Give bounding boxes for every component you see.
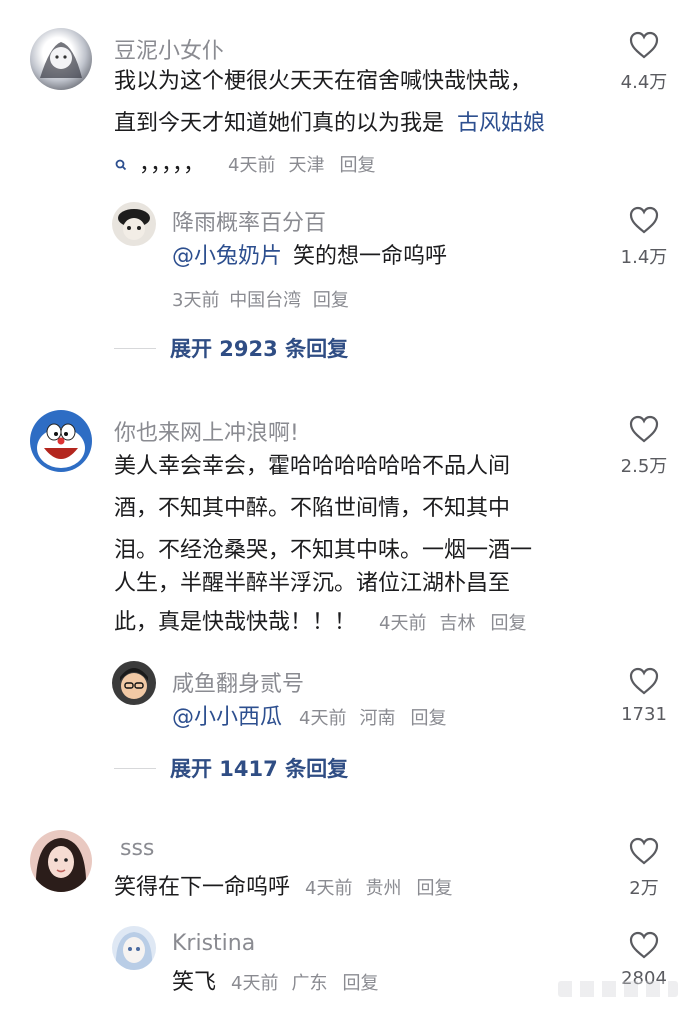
comment-time: 4天前 [228,155,276,176]
like-button[interactable]: 4.4万 [594,30,690,94]
avatar-illustration [120,668,148,699]
comment-username[interactable]: sss [120,836,154,861]
comment-meta-row: 此，真是快哉快哉！！！ 4天前 吉林 回复 [114,610,527,635]
reply-location: 中国台湾 [229,290,302,311]
comment-text-line: 人生，半醒半醉半浮沉。诸位江湖朴昌至 [114,571,511,596]
comment-time: 4天前 [379,613,427,634]
like-button[interactable]: 2万 [594,836,690,900]
heart-outline-icon [629,667,659,695]
divider [114,347,156,349]
reply-time: 4天前 [231,973,279,994]
search-icon[interactable] [114,151,128,180]
comment-time: 4天前 [305,878,353,899]
avatar-illustration [35,838,87,892]
comment-text-line: 泪。不经沧桑哭，不知其中味。一烟一酒一 [114,538,533,563]
reply-text: @小兔奶片 笑的想一命呜呼 [172,244,448,269]
reply-username[interactable]: 咸鱼翻身贰号 [172,666,304,698]
comment-location: 吉林 [439,613,476,634]
like-count: 4.4万 [620,72,668,93]
like-button[interactable]: 2.5万 [594,414,690,478]
reply-text: 笑飞 4天前 广东 回复 [172,970,379,995]
reply-text: @小小西瓜 4天前 河南 回复 [172,703,446,733]
like-button[interactable]: 1731 [594,666,690,725]
comment-location: 天津 [288,155,325,176]
reply-time: 3天前 [172,290,220,311]
comment-location: 贵州 [365,878,402,899]
comment-text-line: 我以为这个梗很火天天在宿舍喊快哉快哉， [114,69,533,94]
expand-replies-button[interactable]: 展开 2923 条回复 [114,333,348,363]
reply-location: 广东 [291,973,328,994]
like-count: 2万 [629,878,659,899]
comment-text-line: 美人幸会幸会，霍哈哈哈哈哈哈不品人间 [114,454,511,479]
comment-username[interactable]: 豆泥小女仆 [114,33,224,65]
mention-link[interactable]: @小小西瓜 [172,705,282,730]
avatar[interactable] [30,410,92,472]
comment-text-line: 直到今天才知道她们真的以为我是 古风姑娘 [114,111,546,136]
heart-outline-icon [629,931,659,959]
mention-link[interactable]: @小兔奶片 [172,244,282,269]
expand-replies-button[interactable]: 展开 1417 条回复 [114,753,348,783]
watermark [558,981,678,997]
avatar-illustration [40,42,82,78]
avatar[interactable] [112,661,156,705]
reply-button[interactable]: 回复 [313,290,349,311]
like-count: 2.5万 [620,456,668,477]
divider [114,767,156,769]
avatar[interactable] [112,202,156,246]
expand-replies-label: 展开 2923 条回复 [170,337,349,361]
avatar-illustration [118,209,150,240]
reply-location: 河南 [359,708,396,729]
reply-button[interactable]: 回复 [342,973,378,994]
heart-outline-icon [629,415,659,443]
avatar[interactable] [112,926,156,970]
comment-meta-row: ，，，，， 4天前 天津 回复 [114,150,375,180]
reply-time: 4天前 [299,708,347,729]
reply-button[interactable]: 回复 [339,155,375,176]
heart-outline-icon [629,31,659,59]
reply-username[interactable]: Kristina [172,931,255,956]
expand-replies-label: 展开 1417 条回复 [170,757,349,781]
search-keyword-link[interactable]: 古风姑娘 [457,111,545,136]
comment-text-line: 酒，不知其中醉。不陷世间情，不知其中 [114,496,511,521]
reply-button[interactable]: 回复 [416,878,452,899]
reply-meta-row: 3天前 中国台湾 回复 [172,286,349,312]
avatar[interactable] [30,28,92,90]
reply-button[interactable]: 回复 [490,613,526,634]
avatar-illustration [115,932,153,970]
heart-outline-icon [629,206,659,234]
like-count: 1.4万 [620,247,668,268]
heart-outline-icon [629,837,659,865]
like-count: 1731 [621,704,667,725]
like-button[interactable]: 1.4万 [594,205,690,269]
comment-username[interactable]: 你也来网上冲浪啊! [114,415,299,447]
reply-username[interactable]: 降雨概率百分百 [172,205,326,237]
reply-button[interactable]: 回复 [410,708,446,729]
avatar-illustration [37,423,85,468]
comment-text-line: 笑得在下一命呜呼 4天前 贵州 回复 [114,875,453,900]
avatar[interactable] [30,830,92,892]
